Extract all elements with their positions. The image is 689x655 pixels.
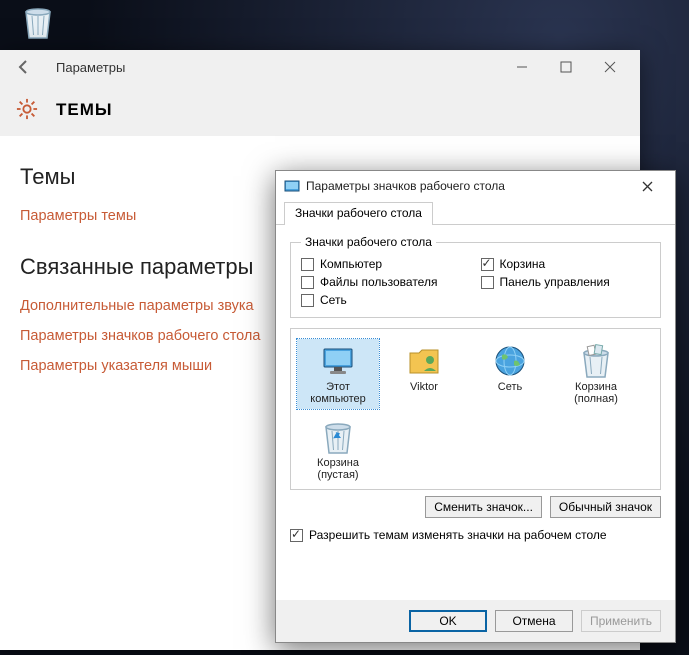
icon-item-this-computer[interactable]: Этот компьютер bbox=[297, 339, 379, 409]
apply-button[interactable]: Применить bbox=[581, 610, 661, 632]
group-legend: Значки рабочего стола bbox=[301, 235, 436, 249]
settings-window-title: Параметры bbox=[56, 60, 125, 75]
checkbox-computer-input[interactable] bbox=[301, 258, 314, 271]
dialog-tabs: Значки рабочего стола bbox=[276, 201, 675, 225]
allow-themes-input[interactable] bbox=[290, 529, 303, 542]
maximize-icon bbox=[560, 61, 572, 73]
allow-themes-label: Разрешить темам изменять значки на рабоч… bbox=[309, 528, 607, 542]
dialog-title: Параметры значков рабочего стола bbox=[306, 179, 505, 193]
default-icon-button[interactable]: Обычный значок bbox=[550, 496, 661, 518]
checkbox-network[interactable]: Сеть bbox=[301, 293, 471, 307]
close-icon bbox=[642, 181, 653, 192]
monitor-icon bbox=[320, 343, 356, 379]
icon-item-viktor[interactable]: Viktor bbox=[383, 339, 465, 409]
icon-preview-box: Этот компьютер Viktor Сеть Корзина (полная)… bbox=[290, 328, 661, 490]
icon-item-label: Этот компьютер bbox=[299, 381, 377, 405]
folder-user-icon bbox=[406, 343, 442, 379]
cancel-button[interactable]: Отмена bbox=[495, 610, 573, 632]
checkbox-label: Файлы пользователя bbox=[320, 275, 437, 289]
arrow-left-icon bbox=[15, 58, 33, 76]
checkbox-computer[interactable]: Компьютер bbox=[301, 257, 471, 271]
minimize-button[interactable] bbox=[500, 51, 544, 83]
bin-empty-icon bbox=[320, 419, 356, 455]
globe-icon bbox=[492, 343, 528, 379]
dialog-icon bbox=[284, 178, 300, 194]
checkbox-recycle-input[interactable] bbox=[481, 258, 494, 271]
icon-item-label: Сеть bbox=[471, 381, 549, 393]
settings-header-title: ТЕМЫ bbox=[56, 100, 113, 120]
icon-item-label: Viktor bbox=[385, 381, 463, 393]
bin-empty-icon bbox=[20, 4, 56, 40]
checkbox-label: Сеть bbox=[320, 293, 347, 307]
checkbox-network-input[interactable] bbox=[301, 294, 314, 307]
checkbox-label: Панель управления bbox=[500, 275, 610, 289]
desktop-recycle-bin[interactable] bbox=[14, 4, 62, 43]
checkbox-recycle[interactable]: Корзина bbox=[481, 257, 651, 271]
checkbox-control-panel[interactable]: Панель управления bbox=[481, 275, 651, 289]
checkbox-label: Корзина bbox=[500, 257, 546, 271]
dialog-titlebar: Параметры значков рабочего стола bbox=[276, 171, 675, 201]
change-icon-button[interactable]: Сменить значок... bbox=[425, 496, 542, 518]
icon-item-label: Корзина (полная) bbox=[557, 381, 635, 405]
close-button[interactable] bbox=[588, 51, 632, 83]
group-desktop-icons: Значки рабочего стола Компьютер Корзина … bbox=[290, 235, 661, 318]
checkbox-user-files[interactable]: Файлы пользователя bbox=[301, 275, 471, 289]
settings-titlebar: Параметры bbox=[0, 50, 640, 84]
dialog-body: Значки рабочего стола Компьютер Корзина … bbox=[276, 225, 675, 600]
checkbox-control-panel-input[interactable] bbox=[481, 276, 494, 289]
maximize-button[interactable] bbox=[544, 51, 588, 83]
checkbox-user-files-input[interactable] bbox=[301, 276, 314, 289]
checkbox-label: Компьютер bbox=[320, 257, 382, 271]
minimize-icon bbox=[516, 61, 528, 73]
ok-button[interactable]: OK bbox=[409, 610, 487, 632]
desktop-icon-dialog: Параметры значков рабочего стола Значки … bbox=[275, 170, 676, 643]
icon-item-recycle-empty[interactable]: Корзина (пустая) bbox=[297, 415, 379, 485]
icon-item-network[interactable]: Сеть bbox=[469, 339, 551, 409]
settings-header: ТЕМЫ bbox=[0, 84, 640, 136]
back-button[interactable] bbox=[8, 51, 40, 83]
bin-full-icon bbox=[578, 343, 614, 379]
dialog-footer: OK Отмена Применить bbox=[276, 600, 675, 642]
gear-icon bbox=[16, 98, 38, 123]
allow-themes-checkbox[interactable]: Разрешить темам изменять значки на рабоч… bbox=[290, 528, 661, 542]
icon-item-recycle-full[interactable]: Корзина (полная) bbox=[555, 339, 637, 409]
icon-item-label: Корзина (пустая) bbox=[299, 457, 377, 481]
close-icon bbox=[604, 61, 616, 73]
dialog-close-button[interactable] bbox=[627, 172, 667, 200]
tab-desktop-icons[interactable]: Значки рабочего стола bbox=[284, 202, 433, 225]
